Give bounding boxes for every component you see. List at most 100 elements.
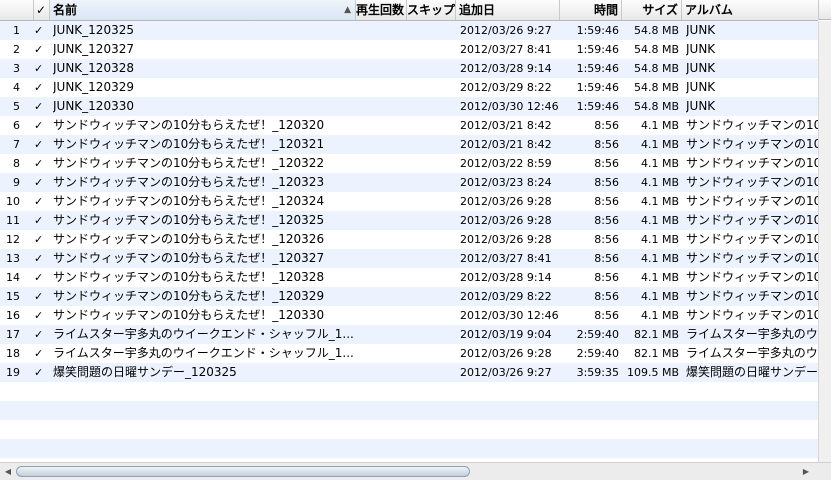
track-time: 1:59:46 xyxy=(576,81,619,94)
table-row[interactable]: 6 ✓ サンドウィッチマンの10分もらえたぜ！_120320 2012/03/21 8… xyxy=(0,116,818,135)
column-header-skips-label: スキップ回数 xyxy=(407,3,456,17)
track-name: サンドウィッチマンの10分もらえたぜ！_120328 xyxy=(53,270,325,284)
empty-row xyxy=(0,420,818,439)
track-size: 4.1 MB xyxy=(640,233,679,246)
table-row[interactable]: 5 ✓ JUNK_120330 2012/03/30 12:46 1:59:46 54.8… xyxy=(0,97,818,116)
track-date-added: 2012/03/30 12:46 xyxy=(460,100,559,113)
track-album: サンドウィッチマンの10 xyxy=(686,213,818,227)
track-album: サンドウィッチマンの10 xyxy=(686,137,818,151)
table-row[interactable]: 7 ✓ サンドウィッチマンの10分もらえたぜ！_120321 2012/03/21 8… xyxy=(0,135,818,154)
column-header-date-added[interactable]: 追加日 xyxy=(456,0,560,20)
track-date-added: 2012/03/27 8:41 xyxy=(460,43,552,56)
track-size: 4.1 MB xyxy=(640,271,679,284)
track-date-added: 2012/03/21 8:42 xyxy=(460,138,552,151)
column-header-number[interactable] xyxy=(0,0,34,20)
track-date-added: 2012/03/26 9:27 xyxy=(460,24,552,37)
track-checkbox[interactable]: ✓ xyxy=(34,230,48,249)
track-checkbox[interactable]: ✓ xyxy=(34,116,48,135)
track-time: 8:56 xyxy=(594,252,619,265)
empty-row xyxy=(0,439,818,458)
track-size: 4.1 MB xyxy=(640,195,679,208)
track-time: 8:56 xyxy=(594,290,619,303)
track-checkbox[interactable]: ✓ xyxy=(34,363,48,382)
track-checkbox[interactable]: ✓ xyxy=(34,154,48,173)
table-row[interactable]: 4 ✓ JUNK_120329 2012/03/29 8:22 1:59:46 54.8 … xyxy=(0,78,818,97)
track-checkbox[interactable]: ✓ xyxy=(34,249,48,268)
track-size: 4.1 MB xyxy=(640,176,679,189)
table-row[interactable]: 17 ✓ ライムスター宇多丸のウイークエンド・シャッフル_1... 2012/03/1… xyxy=(0,325,818,344)
track-time: 2:59:40 xyxy=(576,347,619,360)
track-name: サンドウィッチマンの10分もらえたぜ！_120323 xyxy=(53,175,325,189)
track-album: JUNK xyxy=(686,23,716,37)
vertical-scrollbar[interactable] xyxy=(818,21,831,462)
column-header-album[interactable]: アルバム xyxy=(682,0,818,20)
track-checkbox[interactable]: ✓ xyxy=(34,325,48,344)
track-date-added: 2012/03/26 9:28 xyxy=(460,214,552,227)
track-number: 18 xyxy=(6,347,20,360)
horizontal-scrollbar-thumb[interactable] xyxy=(16,466,470,477)
track-checkbox[interactable]: ✓ xyxy=(34,344,48,363)
track-checkbox[interactable]: ✓ xyxy=(34,173,48,192)
track-name: サンドウィッチマンの10分もらえたぜ！_120327 xyxy=(53,251,325,265)
column-header-name[interactable]: 名前 ▲ xyxy=(50,0,356,20)
track-checkbox[interactable]: ✓ xyxy=(34,78,48,97)
track-album: サンドウィッチマンの10 xyxy=(686,156,818,170)
track-name: ライムスター宇多丸のウイークエンド・シャッフル_1... xyxy=(53,346,353,360)
track-checkbox[interactable]: ✓ xyxy=(34,135,48,154)
track-checkbox[interactable]: ✓ xyxy=(34,59,48,78)
column-header-plays[interactable]: 再生回数 xyxy=(356,0,407,20)
track-album: ライムスター宇多丸のウ xyxy=(686,327,818,341)
table-row[interactable]: 12 ✓ サンドウィッチマンの10分もらえたぜ！_120326 2012/03/26 … xyxy=(0,230,818,249)
track-checkbox[interactable]: ✓ xyxy=(34,287,48,306)
track-name: ライムスター宇多丸のウイークエンド・シャッフル_1... xyxy=(53,327,353,341)
track-number: 8 xyxy=(13,157,20,170)
scroll-left-arrow-icon[interactable]: ◀ xyxy=(0,463,16,480)
column-header-check[interactable]: ✓ xyxy=(34,0,50,20)
track-date-added: 2012/03/29 8:22 xyxy=(460,290,552,303)
table-row[interactable]: 14 ✓ サンドウィッチマンの10分もらえたぜ！_120328 2012/03/28 … xyxy=(0,268,818,287)
table-row[interactable]: 3 ✓ JUNK_120328 2012/03/28 9:14 1:59:46 54.8 … xyxy=(0,59,818,78)
sort-ascending-icon: ▲ xyxy=(344,5,351,15)
table-row[interactable]: 2 ✓ JUNK_120327 2012/03/27 8:41 1:59:46 54.8 … xyxy=(0,40,818,59)
track-name: JUNK_120325 xyxy=(53,23,134,37)
table-row[interactable]: 13 ✓ サンドウィッチマンの10分もらえたぜ！_120327 2012/03/27 … xyxy=(0,249,818,268)
track-name: 爆笑問題の日曜サンデー_120325 xyxy=(53,365,237,379)
track-size: 82.1 MB xyxy=(633,347,679,360)
track-checkbox[interactable]: ✓ xyxy=(34,97,48,116)
track-time: 1:59:46 xyxy=(576,24,619,37)
track-time: 1:59:46 xyxy=(576,62,619,75)
track-album: 爆笑問題の日曜サンデー xyxy=(686,365,818,379)
track-checkbox[interactable]: ✓ xyxy=(34,268,48,287)
track-number: 5 xyxy=(13,100,20,113)
track-size: 4.1 MB xyxy=(640,309,679,322)
track-name: JUNK_120330 xyxy=(53,99,134,113)
horizontal-scrollbar[interactable]: ◀ ▶ xyxy=(0,462,831,480)
empty-row xyxy=(0,401,818,420)
column-header-skips[interactable]: スキップ回数 xyxy=(407,0,456,20)
track-number: 2 xyxy=(13,43,20,56)
track-number: 9 xyxy=(13,176,20,189)
table-row[interactable]: 8 ✓ サンドウィッチマンの10分もらえたぜ！_120322 2012/03/22 8… xyxy=(0,154,818,173)
table-row[interactable]: 18 ✓ ライムスター宇多丸のウイークエンド・シャッフル_1... 2012/03/2… xyxy=(0,344,818,363)
track-date-added: 2012/03/28 9:14 xyxy=(460,62,552,75)
table-row[interactable]: 19 ✓ 爆笑問題の日曜サンデー_120325 2012/03/26 9:27 3:59… xyxy=(0,363,818,382)
column-header-size[interactable]: サイズ xyxy=(622,0,682,20)
track-checkbox[interactable]: ✓ xyxy=(34,40,48,59)
table-row[interactable]: 9 ✓ サンドウィッチマンの10分もらえたぜ！_120323 2012/03/23 8… xyxy=(0,173,818,192)
column-header-time[interactable]: 時間 xyxy=(560,0,622,20)
track-checkbox[interactable]: ✓ xyxy=(34,211,48,230)
table-row[interactable]: 1 ✓ JUNK_120325 2012/03/26 9:27 1:59:46 54.8 … xyxy=(0,21,818,40)
track-album: ライムスター宇多丸のウ xyxy=(686,346,818,360)
track-checkbox[interactable]: ✓ xyxy=(34,192,48,211)
table-row[interactable]: 11 ✓ サンドウィッチマンの10分もらえたぜ！_120325 2012/03/26 … xyxy=(0,211,818,230)
track-date-added: 2012/03/19 9:04 xyxy=(460,328,552,341)
table-row[interactable]: 15 ✓ サンドウィッチマンの10分もらえたぜ！_120329 2012/03/29 … xyxy=(0,287,818,306)
track-checkbox[interactable]: ✓ xyxy=(34,21,48,40)
table-row[interactable]: 10 ✓ サンドウィッチマンの10分もらえたぜ！_120324 2012/03/26 … xyxy=(0,192,818,211)
track-name: サンドウィッチマンの10分もらえたぜ！_120326 xyxy=(53,232,325,246)
scroll-right-arrow-icon[interactable]: ▶ xyxy=(798,463,814,480)
track-checkbox[interactable]: ✓ xyxy=(34,306,48,325)
table-row[interactable]: 16 ✓ サンドウィッチマンの10分もらえたぜ！_120330 2012/03/30 … xyxy=(0,306,818,325)
track-name: サンドウィッチマンの10分もらえたぜ！_120321 xyxy=(53,137,325,151)
track-number: 16 xyxy=(6,309,20,322)
